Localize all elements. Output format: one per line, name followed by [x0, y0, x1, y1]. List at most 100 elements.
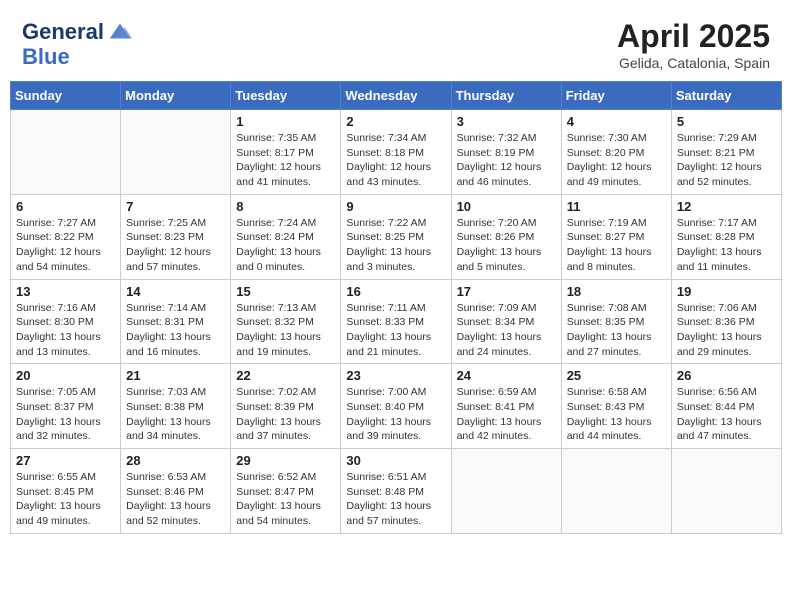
calendar-cell: 22 Sunrise: 7:02 AMSunset: 8:39 PMDayligh… [231, 364, 341, 449]
day-info: Sunrise: 6:58 AMSunset: 8:43 PMDaylight:… [567, 385, 666, 444]
day-info: Sunrise: 6:52 AMSunset: 8:47 PMDaylight:… [236, 470, 335, 529]
day-info: Sunrise: 7:32 AMSunset: 8:19 PMDaylight:… [457, 131, 556, 190]
day-number: 26 [677, 368, 776, 383]
calendar-day-header: Sunday [11, 82, 121, 110]
day-number: 28 [126, 453, 225, 468]
day-info: Sunrise: 7:14 AMSunset: 8:31 PMDaylight:… [126, 301, 225, 360]
calendar-cell: 6 Sunrise: 7:27 AMSunset: 8:22 PMDaylight… [11, 194, 121, 279]
calendar-cell [561, 449, 671, 534]
day-info: Sunrise: 7:16 AMSunset: 8:30 PMDaylight:… [16, 301, 115, 360]
day-number: 10 [457, 199, 556, 214]
day-info: Sunrise: 7:25 AMSunset: 8:23 PMDaylight:… [126, 216, 225, 275]
day-number: 8 [236, 199, 335, 214]
calendar-cell: 8 Sunrise: 7:24 AMSunset: 8:24 PMDaylight… [231, 194, 341, 279]
logo-icon [106, 18, 134, 46]
calendar-cell: 11 Sunrise: 7:19 AMSunset: 8:27 PMDayligh… [561, 194, 671, 279]
calendar-cell: 29Sunrise: 6:52 AMSunset: 8:47 PMDayligh… [231, 449, 341, 534]
calendar-cell: 16 Sunrise: 7:11 AMSunset: 8:33 PMDayligh… [341, 279, 451, 364]
day-info: Sunrise: 7:29 AMSunset: 8:21 PMDaylight:… [677, 131, 776, 190]
calendar-week-row: 1 Sunrise: 7:35 AMSunset: 8:17 PMDaylight… [11, 110, 782, 195]
day-number: 15 [236, 284, 335, 299]
day-info: Sunrise: 7:35 AMSunset: 8:17 PMDaylight:… [236, 131, 335, 190]
day-info: Sunrise: 7:11 AMSunset: 8:33 PMDaylight:… [346, 301, 445, 360]
day-info: Sunrise: 6:56 AMSunset: 8:44 PMDaylight:… [677, 385, 776, 444]
calendar-cell: 3 Sunrise: 7:32 AMSunset: 8:19 PMDaylight… [451, 110, 561, 195]
calendar-cell: 4 Sunrise: 7:30 AMSunset: 8:20 PMDaylight… [561, 110, 671, 195]
day-number: 12 [677, 199, 776, 214]
calendar-day-header: Tuesday [231, 82, 341, 110]
day-info: Sunrise: 7:06 AMSunset: 8:36 PMDaylight:… [677, 301, 776, 360]
calendar-cell: 2Sunrise: 7:34 AMSunset: 8:18 PMDaylight… [341, 110, 451, 195]
day-info: Sunrise: 7:05 AMSunset: 8:37 PMDaylight:… [16, 385, 115, 444]
calendar-cell: 9 Sunrise: 7:22 AMSunset: 8:25 PMDaylight… [341, 194, 451, 279]
day-number: 3 [457, 114, 556, 129]
day-info: Sunrise: 7:20 AMSunset: 8:26 PMDaylight:… [457, 216, 556, 275]
calendar-cell: 1 Sunrise: 7:35 AMSunset: 8:17 PMDaylight… [231, 110, 341, 195]
title-block: April 2025 Gelida, Catalonia, Spain [617, 18, 770, 71]
calendar-cell: 5Sunrise: 7:29 AMSunset: 8:21 PMDaylight… [671, 110, 781, 195]
calendar-cell: 27 Sunrise: 6:55 AMSunset: 8:45 PMDayligh… [11, 449, 121, 534]
calendar-cell: 12 Sunrise: 7:17 AMSunset: 8:28 PMDayligh… [671, 194, 781, 279]
calendar-cell: 20 Sunrise: 7:05 AMSunset: 8:37 PMDayligh… [11, 364, 121, 449]
calendar-cell: 30Sunrise: 6:51 AMSunset: 8:48 PMDayligh… [341, 449, 451, 534]
day-number: 22 [236, 368, 335, 383]
day-info: Sunrise: 7:19 AMSunset: 8:27 PMDaylight:… [567, 216, 666, 275]
calendar-cell: 19 Sunrise: 7:06 AMSunset: 8:36 PMDayligh… [671, 279, 781, 364]
calendar-cell: 18 Sunrise: 7:08 AMSunset: 8:35 PMDayligh… [561, 279, 671, 364]
day-info: Sunrise: 7:17 AMSunset: 8:28 PMDaylight:… [677, 216, 776, 275]
calendar-cell: 25 Sunrise: 6:58 AMSunset: 8:43 PMDayligh… [561, 364, 671, 449]
location: Gelida, Catalonia, Spain [617, 55, 770, 71]
calendar-cell: 28 Sunrise: 6:53 AMSunset: 8:46 PMDayligh… [121, 449, 231, 534]
calendar-cell: 26 Sunrise: 6:56 AMSunset: 8:44 PMDayligh… [671, 364, 781, 449]
day-info: Sunrise: 7:30 AMSunset: 8:20 PMDaylight:… [567, 131, 666, 190]
day-number: 21 [126, 368, 225, 383]
day-info: Sunrise: 7:27 AMSunset: 8:22 PMDaylight:… [16, 216, 115, 275]
day-number: 6 [16, 199, 115, 214]
day-number: 4 [567, 114, 666, 129]
day-number: 17 [457, 284, 556, 299]
day-number: 24 [457, 368, 556, 383]
day-number: 16 [346, 284, 445, 299]
calendar-cell: 21Sunrise: 7:03 AMSunset: 8:38 PMDayligh… [121, 364, 231, 449]
day-info: Sunrise: 6:55 AMSunset: 8:45 PMDaylight:… [16, 470, 115, 529]
day-info: Sunrise: 7:08 AMSunset: 8:35 PMDaylight:… [567, 301, 666, 360]
calendar-cell [11, 110, 121, 195]
day-number: 1 [236, 114, 335, 129]
calendar-cell [671, 449, 781, 534]
calendar-week-row: 6 Sunrise: 7:27 AMSunset: 8:22 PMDaylight… [11, 194, 782, 279]
day-number: 14 [126, 284, 225, 299]
calendar-cell: 10 Sunrise: 7:20 AMSunset: 8:26 PMDayligh… [451, 194, 561, 279]
day-number: 25 [567, 368, 666, 383]
day-number: 7 [126, 199, 225, 214]
calendar-day-header: Thursday [451, 82, 561, 110]
day-info: Sunrise: 7:22 AMSunset: 8:25 PMDaylight:… [346, 216, 445, 275]
day-number: 18 [567, 284, 666, 299]
day-number: 19 [677, 284, 776, 299]
day-info: Sunrise: 7:13 AMSunset: 8:32 PMDaylight:… [236, 301, 335, 360]
logo: General Blue [22, 18, 134, 70]
day-number: 11 [567, 199, 666, 214]
calendar-cell [451, 449, 561, 534]
calendar-cell: 13Sunrise: 7:16 AMSunset: 8:30 PMDayligh… [11, 279, 121, 364]
calendar-week-row: 27 Sunrise: 6:55 AMSunset: 8:45 PMDayligh… [11, 449, 782, 534]
day-number: 23 [346, 368, 445, 383]
month-title: April 2025 [617, 18, 770, 55]
day-number: 9 [346, 199, 445, 214]
day-info: Sunrise: 6:59 AMSunset: 8:41 PMDaylight:… [457, 385, 556, 444]
calendar-day-header: Friday [561, 82, 671, 110]
calendar-week-row: 13Sunrise: 7:16 AMSunset: 8:30 PMDayligh… [11, 279, 782, 364]
day-number: 2 [346, 114, 445, 129]
calendar-header-row: SundayMondayTuesdayWednesdayThursdayFrid… [11, 82, 782, 110]
day-number: 20 [16, 368, 115, 383]
calendar-week-row: 20 Sunrise: 7:05 AMSunset: 8:37 PMDayligh… [11, 364, 782, 449]
day-number: 30 [346, 453, 445, 468]
calendar-table: SundayMondayTuesdayWednesdayThursdayFrid… [10, 81, 782, 534]
day-info: Sunrise: 7:09 AMSunset: 8:34 PMDaylight:… [457, 301, 556, 360]
day-info: Sunrise: 7:02 AMSunset: 8:39 PMDaylight:… [236, 385, 335, 444]
day-info: Sunrise: 7:24 AMSunset: 8:24 PMDaylight:… [236, 216, 335, 275]
calendar-cell: 15 Sunrise: 7:13 AMSunset: 8:32 PMDayligh… [231, 279, 341, 364]
day-info: Sunrise: 6:53 AMSunset: 8:46 PMDaylight:… [126, 470, 225, 529]
calendar-cell: 24 Sunrise: 6:59 AMSunset: 8:41 PMDayligh… [451, 364, 561, 449]
page-header: General Blue April 2025 Gelida, Cataloni… [10, 10, 782, 77]
day-number: 27 [16, 453, 115, 468]
